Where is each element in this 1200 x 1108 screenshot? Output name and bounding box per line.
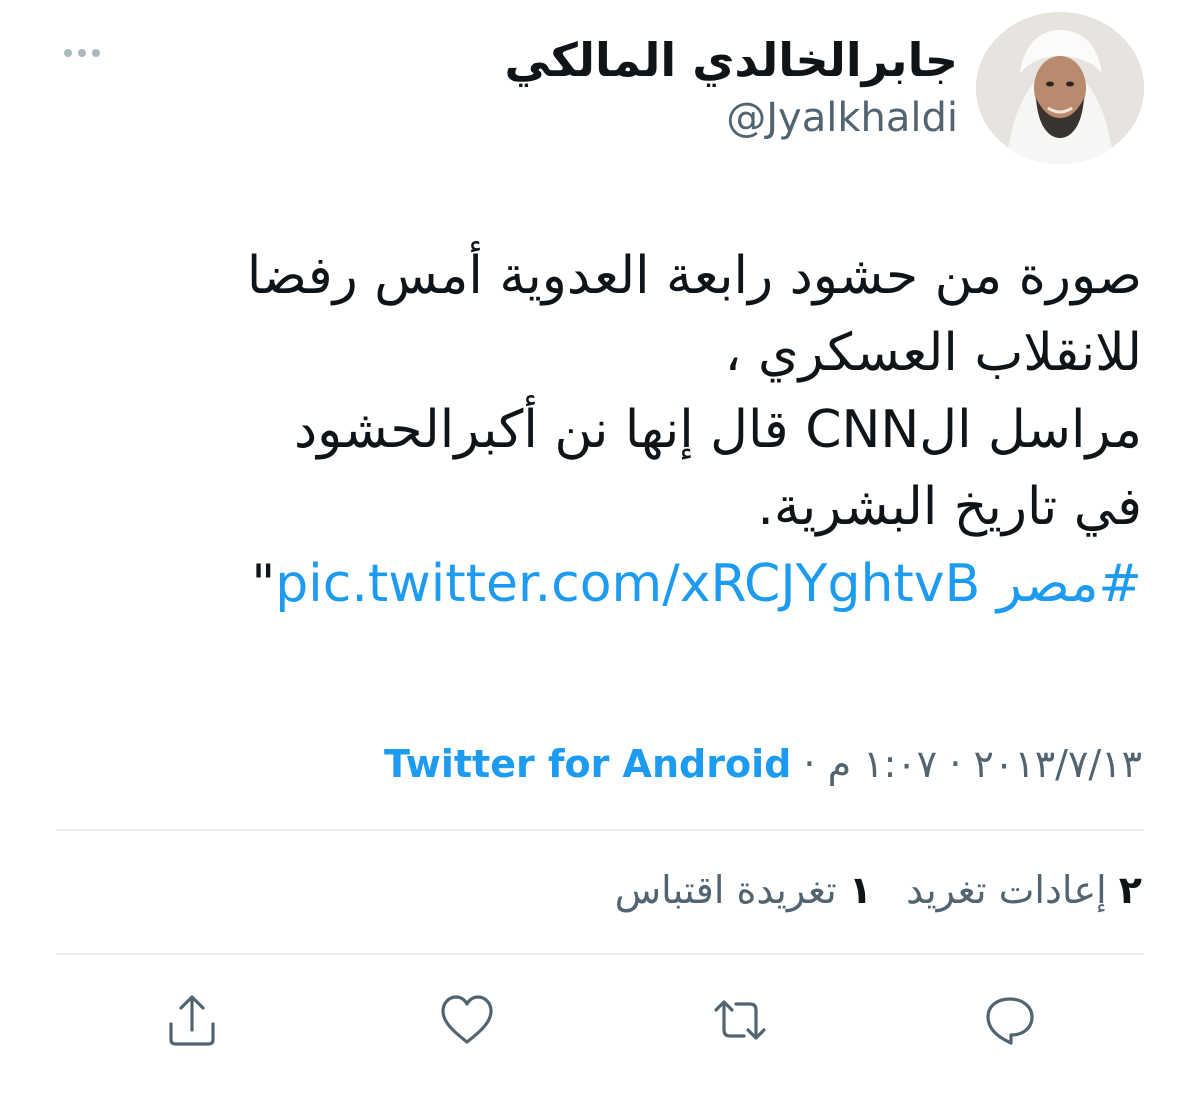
avatar[interactable] [976,12,1144,164]
reply-bubble-icon[interactable] [980,990,1040,1050]
quotes-count: ١ [848,868,873,912]
tweet-detail: جابرالخالدي المالكي @Jyalkhaldi صورة من … [0,0,1200,1108]
retweets-count: ٢ [1118,868,1142,912]
quotes-stat[interactable]: ١ تغريدة اقتباس [615,868,872,912]
retweet-arrows-icon[interactable] [710,990,770,1050]
more-dots-icon [64,49,72,57]
share-upload-icon[interactable] [162,990,222,1050]
more-dots-icon [92,49,100,57]
tweet-text-line: للانقلاب العسكري ، [724,323,1142,383]
avatar-photo [976,12,1144,164]
tweet-text: صورة من حشود رابعة العدوية أمس رفضا للان… [52,238,1142,623]
tweet-text-line: صورة من حشود رابعة العدوية أمس رفضا [246,246,1142,306]
tweet-meta: ٢٠١٣/٧/١٣ · ١:٠٧ م · Twitter for Android [384,734,1142,794]
meta-separator: · [803,742,816,786]
heart-icon[interactable] [437,990,497,1050]
divider [56,829,1144,831]
tweet-actions [0,990,1200,1050]
quotes-label: تغريدة اقتباس [614,868,837,912]
tweet-text-line: مراسل الCNN قال إنها نن أكبرالحشود [293,400,1142,460]
author-handle[interactable]: @Jyalkhaldi [726,92,958,144]
more-options-button[interactable] [58,38,106,68]
retweets-stat[interactable]: ٢ إعادات تغريد [906,868,1142,912]
tweet-text-line: في تاريخ البشرية. [757,477,1142,537]
tweet-source[interactable]: Twitter for Android [384,742,791,786]
hashtag-link[interactable]: #مصر [997,554,1142,614]
tweet-date[interactable]: ٢٠١٣/٧/١٣ [974,742,1142,786]
tweet-time[interactable]: ١:٠٧ م [828,742,938,786]
more-dots-icon [78,49,86,57]
trailing-quote: " [251,554,276,614]
tweet-links-line: #مصر pic.twitter.com/xRCJYghtvB" [52,546,1142,623]
tweet-stats: ٢ إعادات تغريد ١ تغريدة اقتباس [593,860,1142,920]
author-display-name[interactable]: جابرالخالدي المالكي [504,28,958,92]
divider [56,953,1144,955]
media-link[interactable]: pic.twitter.com/xRCJYghtvB [275,554,980,614]
meta-separator: · [949,742,962,786]
retweets-label: إعادات تغريد [906,868,1107,912]
